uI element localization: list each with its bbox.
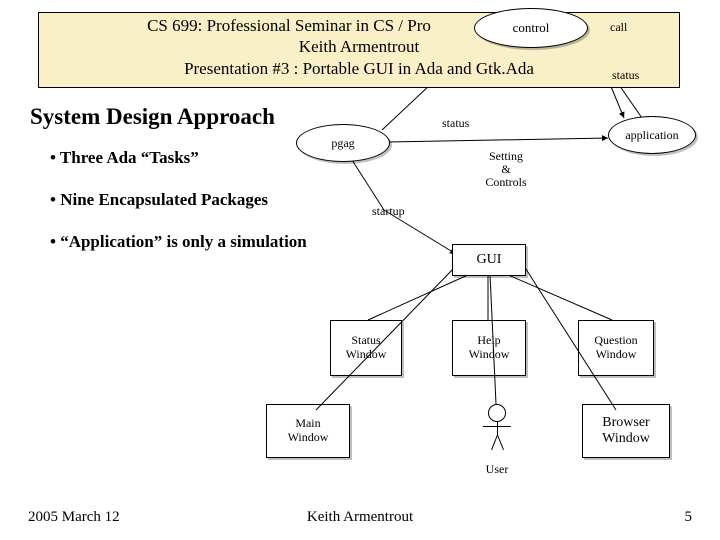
node-status-window: StatusWindow [330, 320, 402, 376]
banner-line1-left: CS 699: Professional Seminar in CS / Pro [147, 16, 431, 35]
section-heading: System Design Approach [30, 104, 275, 130]
edge-label-startup: startup [372, 204, 405, 219]
node-pgag-label: pgag [331, 136, 354, 151]
banner-line2: Keith Armentrout [299, 37, 419, 56]
bullet-list: • Three Ada “Tasks” • Nine Encapsulated … [50, 148, 307, 274]
node-application-label: application [625, 128, 678, 143]
node-gui-label: GUI [477, 252, 502, 268]
bullet-2: • Nine Encapsulated Packages [50, 190, 307, 210]
bullet-1: • Three Ada “Tasks” [50, 148, 307, 168]
edge-label-status-mid: status [442, 116, 469, 131]
node-gui: GUI [452, 244, 526, 276]
node-help-window: HelpWindow [452, 320, 526, 376]
node-main-window: MainWindow [266, 404, 350, 458]
user-actor-label: User [470, 462, 524, 477]
node-control-label: control [513, 20, 550, 36]
node-pgag: pgag [296, 124, 390, 162]
edge-label-status-top: status [612, 68, 639, 83]
bullet-3: • “Application” is only a simulation [50, 232, 307, 252]
node-application: application [608, 116, 696, 154]
banner-line3: Presentation #3 : Portable GUI in Ada an… [184, 59, 534, 78]
node-browser-window: BrowserWindow [582, 404, 670, 458]
node-control: control [474, 8, 588, 48]
edge-label-call: call [610, 20, 627, 35]
footer-page-number: 5 [685, 509, 693, 526]
edge-label-setting-controls: Setting&Controls [476, 150, 536, 190]
node-question-window: QuestionWindow [578, 320, 654, 376]
footer-author: Keith Armentrout [0, 509, 720, 526]
user-actor-icon [476, 404, 518, 462]
